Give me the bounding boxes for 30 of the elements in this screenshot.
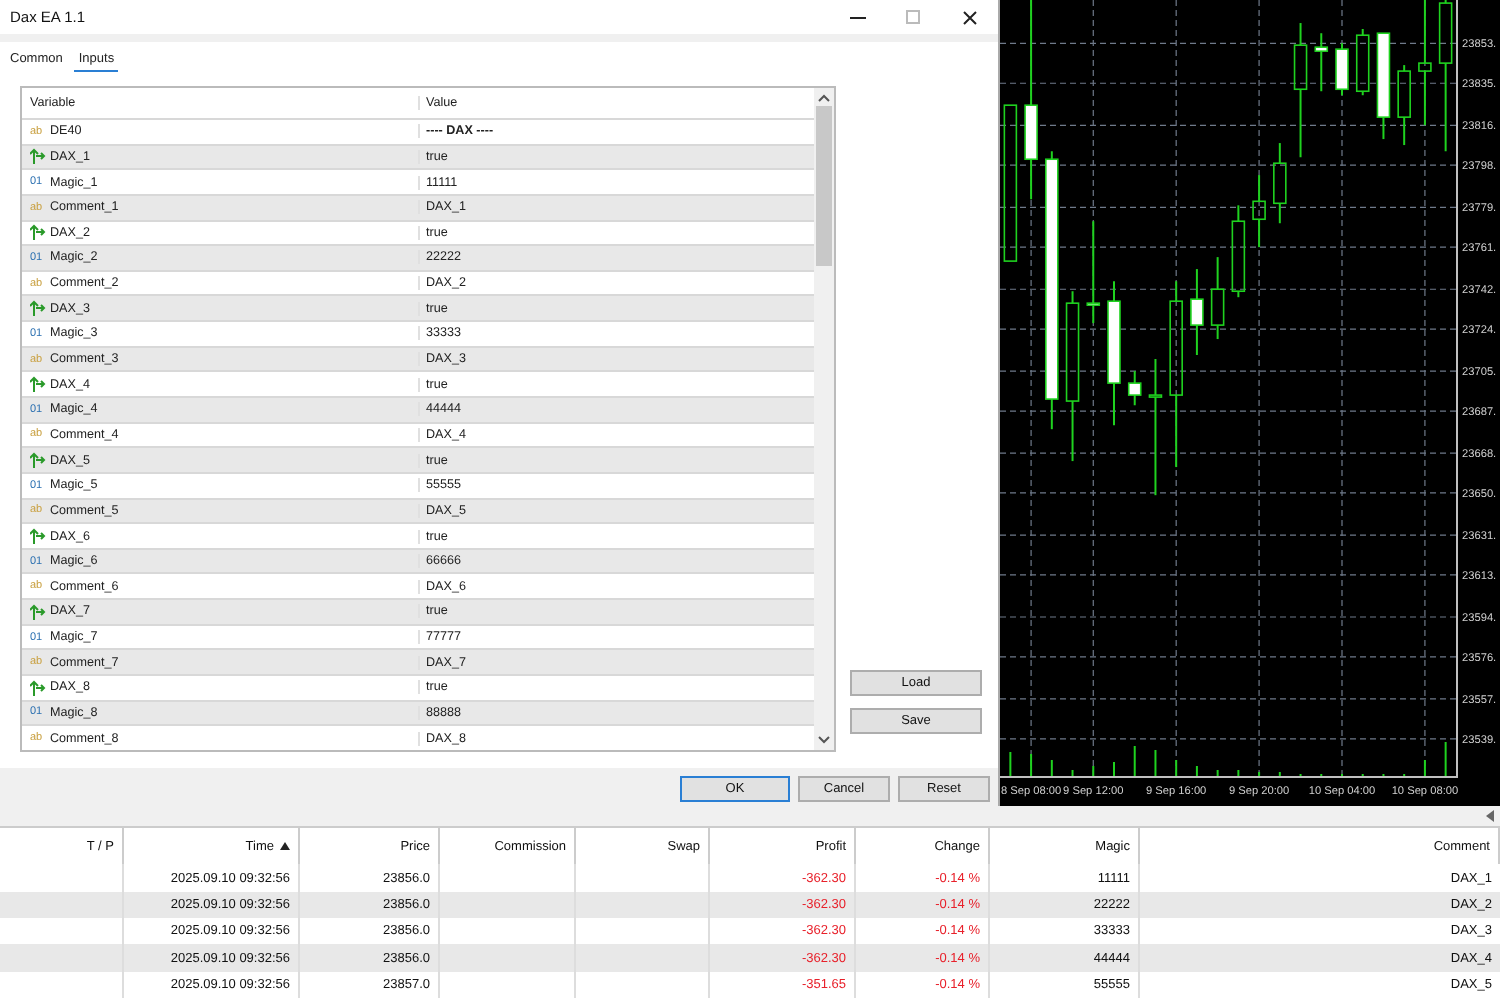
candle: [1190, 268, 1204, 356]
toggle-arrow-icon: [30, 376, 46, 393]
candle: [1231, 204, 1246, 299]
candle: [1086, 220, 1101, 325]
toggle-arrow-icon: [30, 528, 46, 544]
candle: [1314, 32, 1329, 93]
scroll-left-icon[interactable]: [1486, 810, 1494, 822]
toggle-arrow-icon: [30, 148, 46, 165]
scrollbar[interactable]: [814, 88, 834, 750]
candle: [1335, 42, 1349, 97]
candle: [1127, 370, 1142, 407]
close-icon[interactable]: [962, 9, 978, 25]
candle: [1210, 256, 1225, 341]
scroll-up-icon[interactable]: [818, 94, 830, 102]
candle: [1397, 64, 1411, 147]
candle: [1293, 22, 1308, 159]
toggle-arrow-icon: [30, 603, 46, 620]
scroll-down-icon[interactable]: [818, 736, 830, 744]
candle: [1252, 174, 1266, 249]
toggle-arrow-icon: [30, 452, 46, 469]
candle: [1148, 358, 1163, 497]
toggle-arrow-icon: [30, 679, 46, 696]
candle: [1376, 32, 1391, 141]
toggle-arrow-icon: [30, 300, 46, 317]
candle: [1355, 28, 1370, 97]
sort-ascending-icon: [280, 842, 290, 851]
candle: [1273, 142, 1287, 225]
scroll-thumb[interactable]: [816, 106, 832, 266]
candle: [1418, 0, 1432, 127]
toggle-arrow-icon: [30, 224, 46, 241]
